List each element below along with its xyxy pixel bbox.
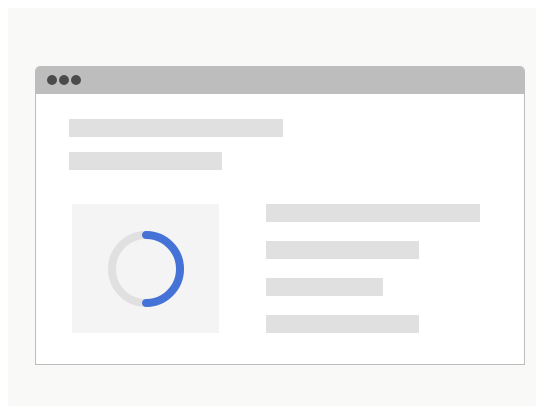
skeleton-line-4 — [266, 315, 419, 333]
spinner-progress-arc — [142, 231, 184, 307]
skeleton-subtitle — [69, 152, 222, 170]
skeleton-line-3 — [266, 278, 383, 296]
browser-window — [35, 66, 525, 365]
window-titlebar — [36, 67, 524, 94]
window-control-dot-2[interactable] — [59, 75, 69, 85]
window-control-dot-3[interactable] — [71, 75, 81, 85]
page-background — [8, 8, 536, 406]
skeleton-title — [69, 119, 283, 137]
spinner-card — [72, 204, 219, 333]
skeleton-line-1 — [266, 204, 480, 222]
window-control-dot-1[interactable] — [47, 75, 57, 85]
loading-spinner-icon — [108, 231, 184, 307]
skeleton-line-2 — [266, 241, 419, 259]
